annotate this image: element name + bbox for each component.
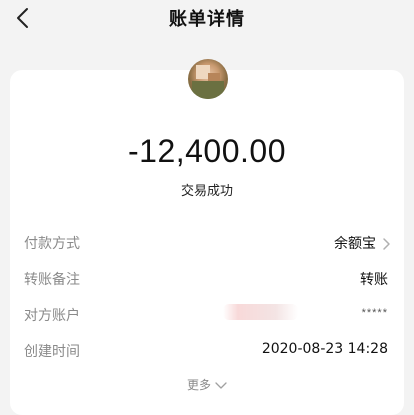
payment-method-row[interactable]: 余额宝 <box>334 233 392 253</box>
top-bar: 账单详情 <box>0 0 414 40</box>
created-time-label: 创建时间 <box>24 344 80 360</box>
blurred-account-name <box>223 304 298 320</box>
chevron-down-icon <box>215 381 227 389</box>
more-label: 更多 <box>186 378 211 392</box>
page-title: 账单详情 <box>169 9 245 30</box>
counterparty-account-value: ***** <box>361 307 388 319</box>
chevron-right-icon <box>383 238 390 250</box>
payment-method-label: 付款方式 <box>24 236 80 252</box>
more-button[interactable]: 更多 <box>0 376 414 393</box>
payment-method-value: 余额宝 <box>334 236 376 252</box>
counterparty-account-label: 对方账户 <box>24 308 80 324</box>
created-time-value: 2020-08-23 14:28 <box>261 341 388 357</box>
transfer-note-label: 转账备注 <box>24 272 80 288</box>
transaction-amount: -12,400.00 <box>127 133 286 169</box>
transaction-status: 交易成功 <box>180 184 233 199</box>
avatar <box>188 59 228 99</box>
transfer-note-value: 转账 <box>360 272 388 288</box>
